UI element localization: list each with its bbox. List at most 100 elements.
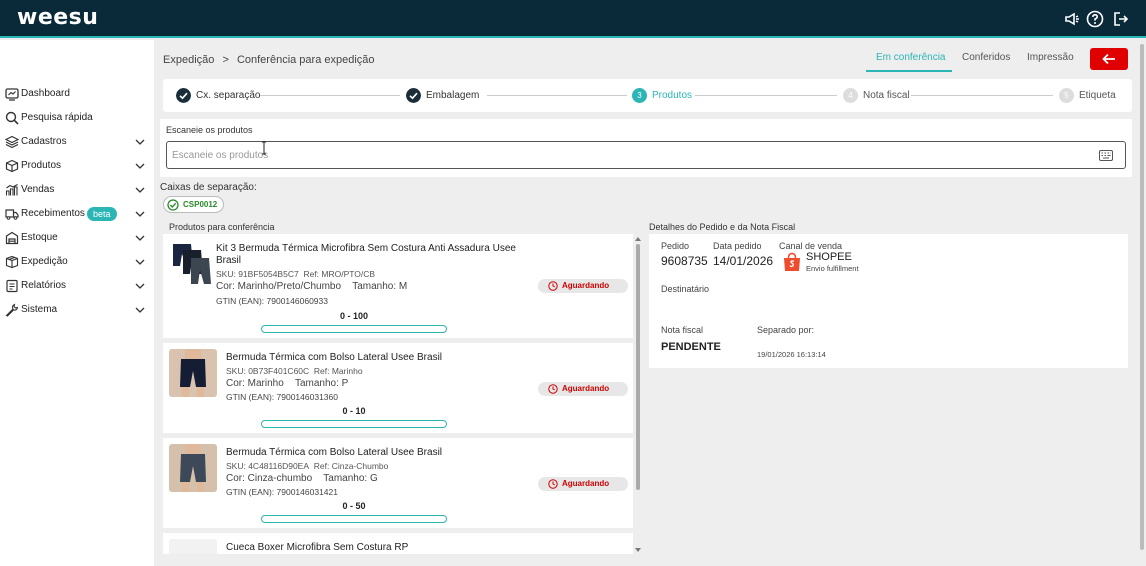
step-label-embalagem: Embalagem <box>426 90 480 101</box>
step-label-produtos: Produtos <box>652 90 693 101</box>
chevron-down-icon <box>135 187 145 193</box>
step-pending-number: 4 <box>843 88 858 103</box>
quantity-progress-bar <box>261 325 447 333</box>
scan-input-wrapper <box>166 141 1126 169</box>
shopee-logo-icon <box>784 252 800 271</box>
separated-by-label: Separado por: <box>757 325 815 335</box>
sidebar-item-label: Sistema <box>21 304 58 315</box>
truck-icon <box>5 209 19 220</box>
sidebar-item-label: Cadastros <box>21 136 67 147</box>
status-label: Aguardando <box>562 384 610 393</box>
product-size: Tamanho: P <box>294 378 349 389</box>
product-gtin: GTIN (EAN): 7900146031421 <box>226 487 338 497</box>
sidebar-item-estoque[interactable]: Estoque <box>0 227 154 251</box>
shipping-box-icon <box>5 255 19 269</box>
quantity-count: 0 - 50 <box>342 501 366 511</box>
invoice-status: PENDENTE <box>661 341 721 353</box>
breadcrumb-root[interactable]: Expedição <box>163 54 214 66</box>
product-name: Bermuda Térmica com Bolso Lateral Usee B… <box>226 352 443 363</box>
sidebar-item-produtos[interactable]: Produtos <box>0 155 154 179</box>
active-tab-indicator <box>866 70 952 72</box>
product-attributes: Cor: Marinho Tamanho: P <box>226 378 348 389</box>
product-card: Bermuda Térmica com Bolso Lateral Usee B… <box>163 438 633 528</box>
product-image-shorts-kit <box>169 240 217 288</box>
box-icon <box>5 159 19 173</box>
page-scrollbar[interactable] <box>1140 44 1144 550</box>
step-connector <box>695 95 837 96</box>
sidebar-item-label: Expedição <box>21 256 68 267</box>
step-connector <box>260 95 400 96</box>
step-pending-number: 5 <box>1059 88 1074 103</box>
scroll-down-icon[interactable] <box>634 547 642 553</box>
sidebar-item-label: Produtos <box>21 160 62 171</box>
product-ref: Ref: Cinza-Chumbo <box>313 461 389 471</box>
scroll-up-icon[interactable] <box>634 236 642 242</box>
megaphone-icon[interactable] <box>1063 10 1081 28</box>
app-logo[interactable]: weesu <box>17 5 98 30</box>
product-sku-ref: SKU: 4C48116D90EA Ref: Cinza-Chumbo <box>226 461 388 471</box>
sales-channel-fulfillment: Envio fulfillment <box>806 264 859 273</box>
product-ref: Ref: MRO/PTO/CB <box>303 269 376 279</box>
text-cursor-icon <box>262 141 266 155</box>
wrench-icon <box>5 303 19 317</box>
tab-impressao[interactable]: Impressão <box>1027 52 1074 63</box>
sidebar-item-sistema[interactable]: Sistema <box>0 299 154 323</box>
chevron-down-icon <box>135 259 145 265</box>
quantity-count: 0 - 10 <box>342 406 366 416</box>
status-badge: Aguardando <box>538 477 628 491</box>
product-color: Cor: Marinho/Preto/Chumbo <box>216 281 342 292</box>
breadcrumb-current: Conferência para expedição <box>236 54 375 66</box>
chevron-down-icon <box>135 211 145 217</box>
scan-input[interactable] <box>172 143 1072 167</box>
progress-stepper: Cx. separação Embalagem 3 Produtos 4 Not… <box>163 79 1132 112</box>
products-scrollbar[interactable] <box>636 244 640 490</box>
step-done-check-icon <box>406 88 421 103</box>
sidebar-item-recebimentos[interactable]: Recebimentos beta <box>0 203 154 227</box>
boxes-title: Caixas de separação: <box>160 182 257 193</box>
product-name: Bermuda Térmica com Bolso Lateral Usee B… <box>226 447 443 458</box>
back-button[interactable] <box>1090 48 1128 70</box>
status-badge: Aguardando <box>538 382 628 396</box>
clock-icon <box>548 479 558 489</box>
chevron-down-icon <box>135 139 145 145</box>
sidebar-item-pesquisa-rapida[interactable]: Pesquisa rápida <box>0 107 154 131</box>
product-card: Cueca Boxer Microfibra Sem Costura RP <box>163 533 633 554</box>
clock-icon <box>548 281 558 291</box>
sidebar-item-dashboard[interactable]: Dashboard <box>0 83 154 107</box>
product-image-shorts-grey <box>169 444 217 492</box>
tab-conferidos[interactable]: Conferidos <box>962 52 1010 63</box>
step-label-nota-fiscal: Nota fiscal <box>863 90 910 101</box>
sidebar-item-expedicao[interactable]: Expedição <box>0 251 154 275</box>
sidebar-item-relatorios[interactable]: Relatórios <box>0 275 154 299</box>
quantity-progress-bar <box>261 515 447 523</box>
product-sku: SKU: 0B73F401C60C <box>226 366 310 376</box>
keyboard-icon[interactable] <box>1099 150 1113 161</box>
logout-icon[interactable] <box>1112 10 1130 28</box>
order-number-value: 9608735 <box>661 254 708 268</box>
sidebar-item-label: Recebimentos <box>21 208 85 219</box>
product-image-shorts-navy <box>169 349 217 397</box>
products-list[interactable]: Kit 3 Bermuda Térmica Microfibra Sem Cos… <box>163 234 643 554</box>
sidebar-item-vendas[interactable]: Vendas <box>0 179 154 203</box>
product-card: Kit 3 Bermuda Térmica Microfibra Sem Cos… <box>163 234 633 338</box>
product-color: Cor: Cinza-chumbo <box>226 473 313 484</box>
product-ref: Ref: Marinho <box>313 366 363 376</box>
separation-box-chip[interactable]: CSP0012 <box>163 196 224 213</box>
sidebar-item-label: Relatórios <box>21 280 67 291</box>
separation-box-code: CSP0012 <box>183 200 218 209</box>
sidebar-item-label: Pesquisa rápida <box>21 112 93 123</box>
scan-panel: Escaneie os produtos <box>160 119 1132 177</box>
top-bar: weesu <box>0 0 1146 38</box>
order-date-label: Data pedido <box>713 241 762 251</box>
layers-icon <box>5 135 19 149</box>
sales-chart-icon <box>5 184 18 196</box>
step-done-check-icon <box>176 88 191 103</box>
help-icon[interactable] <box>1086 10 1104 28</box>
sidebar-item-cadastros[interactable]: Cadastros <box>0 131 154 155</box>
chevron-down-icon <box>135 163 145 169</box>
product-size: Tamanho: G <box>323 473 378 484</box>
product-thumbnail <box>169 349 217 397</box>
products-section-title: Produtos para conferência <box>169 222 275 232</box>
tab-em-conferencia[interactable]: Em conferência <box>876 52 945 63</box>
product-sku: SKU: 91BF5054B5C7 <box>216 269 299 279</box>
